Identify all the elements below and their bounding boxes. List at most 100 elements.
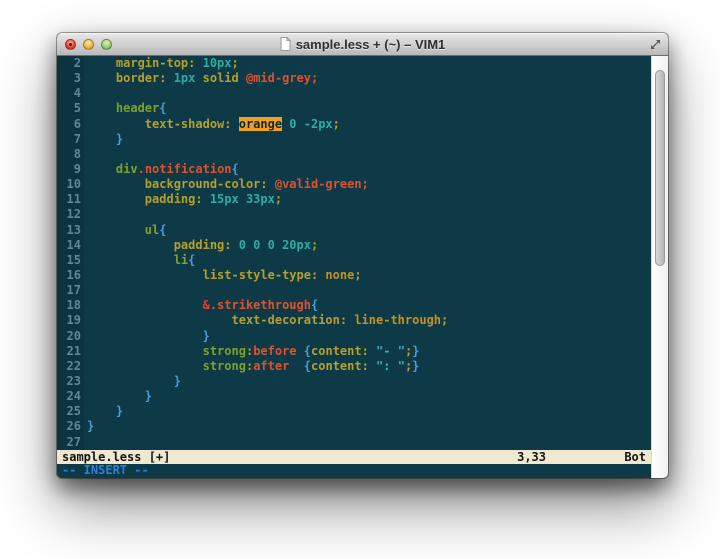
line-number: 20 (57, 329, 81, 344)
code-token (87, 223, 145, 237)
code-line: text-shadow: orange 0 -2px; (87, 117, 651, 132)
title-bar[interactable]: sample.less + (~) – VIM1 (57, 33, 668, 56)
line-number: 15 (57, 253, 81, 268)
code-token: } (116, 132, 123, 146)
code-line (87, 147, 651, 162)
code-token: strong (203, 344, 246, 358)
line-number: 10 (57, 177, 81, 192)
code-token: text-decoration: (232, 313, 355, 327)
code-token: "- " (376, 344, 405, 358)
zoom-button[interactable] (101, 39, 112, 50)
code-lines[interactable]: margin-top: 10px; border: 1px solid @mid… (84, 56, 651, 450)
code-token: border: (116, 71, 174, 85)
window-content: 2345678910111213141516171819202122232425… (57, 56, 668, 478)
line-number: 12 (57, 207, 81, 222)
code-token: div (116, 162, 138, 176)
vim-statusline: sample.less [+] 3,33 Bot (57, 450, 651, 464)
line-number: 5 (57, 101, 81, 116)
code-token: li (174, 253, 188, 267)
statusline-scroll-position: Bot (624, 450, 646, 464)
code-token: 15px 33px (210, 192, 275, 206)
code-token: content: (311, 359, 376, 373)
code-token (87, 329, 203, 343)
gutter: 2345678910111213141516171819202122232425… (57, 56, 84, 450)
code-token (87, 177, 145, 191)
code-token (87, 344, 203, 358)
code-token: header (116, 101, 159, 115)
code-token: 1px (174, 71, 196, 85)
code-token (87, 374, 174, 388)
code-token: ; (362, 177, 369, 191)
title-group: sample.less + (~) – VIM1 (280, 37, 446, 52)
line-number: 18 (57, 298, 81, 313)
code-token: { (232, 162, 239, 176)
code-area[interactable]: 2345678910111213141516171819202122232425… (57, 56, 651, 450)
code-token: } (203, 329, 210, 343)
code-token (289, 359, 303, 373)
line-number: 16 (57, 268, 81, 283)
code-token: ; (333, 117, 340, 131)
code-line (87, 86, 651, 101)
code-token: padding: (145, 192, 210, 206)
code-token: & (203, 298, 210, 312)
line-number: 8 (57, 147, 81, 162)
line-number: 24 (57, 389, 81, 404)
line-number: 25 (57, 404, 81, 419)
fullscreen-icon[interactable] (650, 39, 661, 50)
code-line: ul{ (87, 223, 651, 238)
code-token: } (87, 419, 94, 433)
code-token: line-through (354, 313, 441, 327)
code-token: none (325, 268, 354, 282)
code-token: { (304, 344, 311, 358)
code-line (87, 435, 651, 450)
line-number: 23 (57, 374, 81, 389)
scrollbar-thumb[interactable] (655, 70, 665, 266)
line-number: 22 (57, 359, 81, 374)
code-token (87, 359, 203, 373)
code-token (87, 253, 174, 267)
statusline-filename: sample.less [+] (62, 450, 170, 464)
line-number: 4 (57, 86, 81, 101)
close-button[interactable] (65, 39, 76, 50)
code-token: 0 -2px (282, 117, 333, 131)
code-token: { (159, 223, 166, 237)
code-token: ; (311, 238, 318, 252)
code-token (87, 404, 116, 418)
scrollbar-track[interactable] (651, 56, 668, 478)
line-number: 27 (57, 435, 81, 450)
line-number: 26 (57, 419, 81, 434)
minimize-button[interactable] (83, 39, 94, 50)
code-token (87, 162, 116, 176)
document-icon (280, 37, 291, 51)
code-token (87, 101, 116, 115)
traffic-lights (65, 39, 112, 50)
code-token: } (412, 344, 419, 358)
code-line (87, 283, 651, 298)
code-token: ; (354, 268, 361, 282)
code-token: { (188, 253, 195, 267)
code-line: margin-top: 10px; (87, 56, 651, 71)
code-token (87, 313, 232, 327)
code-token: ; (311, 71, 318, 85)
code-line: &.strikethrough{ (87, 298, 651, 313)
code-token: margin-top: (116, 56, 203, 70)
code-line: background-color: @valid-green; (87, 177, 651, 192)
window-title: sample.less + (~) – VIM1 (296, 37, 446, 52)
code-token: 10px (203, 56, 232, 70)
code-token: ": " (376, 359, 405, 373)
code-token: solid (195, 71, 246, 85)
line-number: 19 (57, 313, 81, 328)
code-token: { (311, 298, 318, 312)
code-token: list-style-type: (203, 268, 326, 282)
code-token (87, 389, 145, 403)
code-token: 0 0 0 20px (239, 238, 311, 252)
code-line: div.notification{ (87, 162, 651, 177)
editor-pane: 2345678910111213141516171819202122232425… (57, 56, 651, 478)
line-number: 7 (57, 132, 81, 147)
code-token (87, 117, 145, 131)
code-token: before (253, 344, 296, 358)
line-number: 17 (57, 283, 81, 298)
code-line: } (87, 419, 651, 434)
line-number: 9 (57, 162, 81, 177)
code-token (87, 192, 145, 206)
